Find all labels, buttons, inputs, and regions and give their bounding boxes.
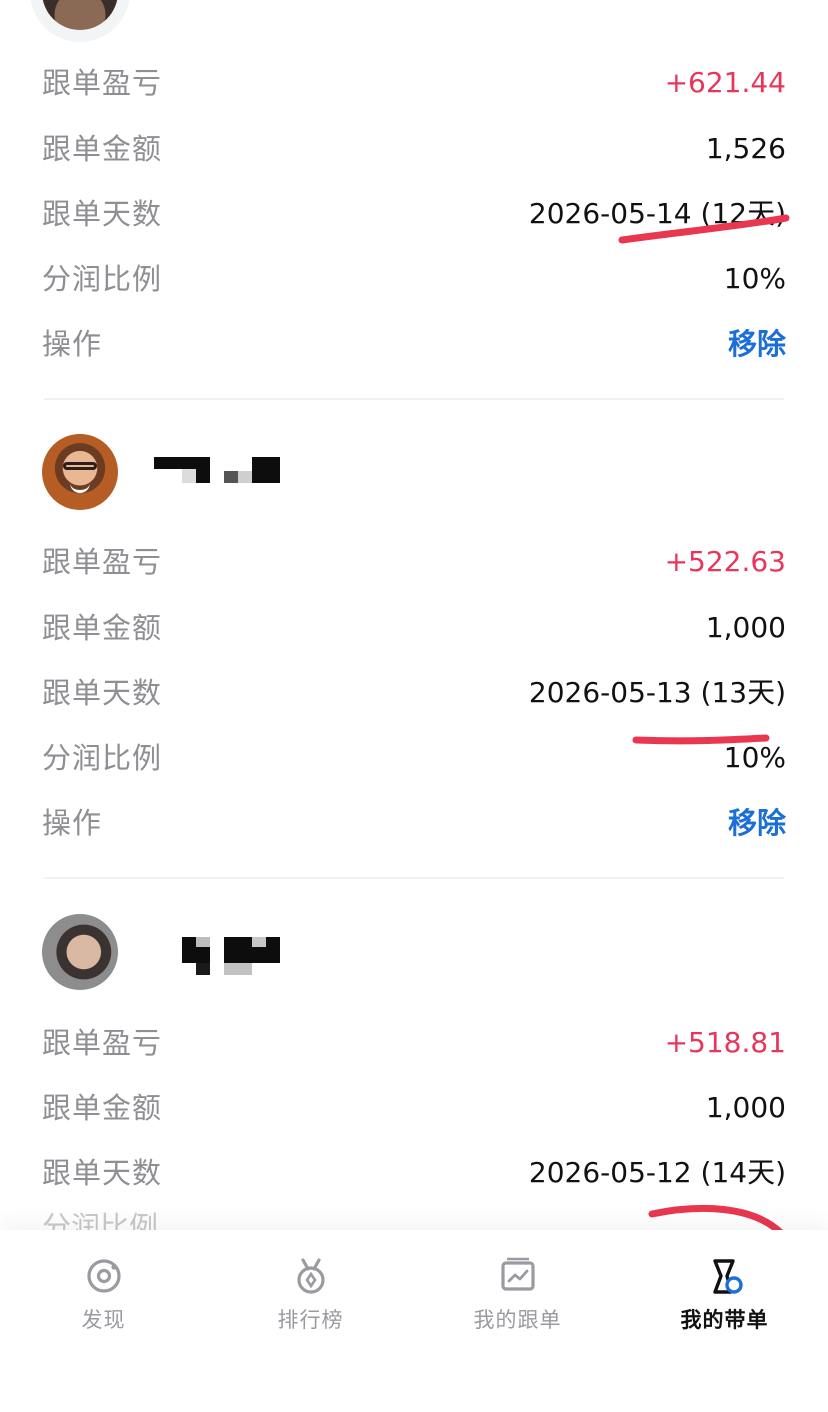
amount-label: 跟单金额 xyxy=(42,611,163,645)
pnl-label: 跟单盈亏 xyxy=(42,1026,163,1060)
remove-button[interactable]: 移除 xyxy=(728,319,786,369)
smile-detail xyxy=(70,482,90,493)
pnl-label: 跟单盈亏 xyxy=(42,66,163,100)
follower-card: 跟单盈亏 +522.63 跟单金额 1,000 跟单天数 2026-05-13 … xyxy=(0,432,828,880)
info-row-share: 分润比例 10% xyxy=(0,254,828,304)
tab-label: 我的跟单 xyxy=(473,1308,562,1332)
pnl-value: +522.63 xyxy=(664,545,786,578)
avatar[interactable] xyxy=(42,914,118,990)
card-header xyxy=(0,912,828,992)
pnl-value: +518.81 xyxy=(664,1026,786,1059)
medal-icon xyxy=(297,1258,325,1294)
follower-card: 跟单盈亏 +621.44 跟单金额 1,526 跟单天数 2026-05-14 … xyxy=(0,0,828,400)
username-redacted xyxy=(154,457,284,487)
info-row-share: 分润比例 10% xyxy=(0,733,828,783)
days-label: 跟单天数 xyxy=(42,676,163,710)
pnl-value: +621.44 xyxy=(664,66,786,99)
share-value: 10% xyxy=(723,741,786,774)
info-row-pnl: 跟单盈亏 +522.63 xyxy=(0,537,828,587)
share-label: 分润比例 xyxy=(42,741,163,775)
info-row-amount: 跟单金额 1,000 xyxy=(0,1083,828,1133)
glasses-detail xyxy=(63,462,97,470)
tab-label: 发现 xyxy=(81,1308,126,1332)
tab-label: 排行榜 xyxy=(277,1308,344,1332)
tab-discover[interactable]: 发现 xyxy=(0,1252,207,1362)
days-value: 2026-05-13 (13天) xyxy=(528,676,786,709)
days-label: 跟单天数 xyxy=(42,1156,163,1190)
days-value: 2026-05-14 (12天) xyxy=(528,197,786,230)
follower-card: 跟单盈亏 +518.81 跟单金额 1,000 跟单天数 2026-05-12 … xyxy=(0,912,828,1230)
info-row-pnl: 跟单盈亏 +518.81 xyxy=(0,1018,828,1068)
amount-value: 1,000 xyxy=(705,611,786,644)
lead-trader-icon xyxy=(713,1259,743,1294)
chart-board-icon xyxy=(501,1257,535,1291)
amount-label: 跟单金额 xyxy=(42,1091,163,1125)
info-row-days: 跟单天数 2026-05-12 (14天) xyxy=(0,1148,828,1198)
amount-value: 1,000 xyxy=(705,1091,786,1124)
share-label: 分润比例 xyxy=(42,262,163,296)
amount-value: 1,526 xyxy=(705,132,786,165)
action-label: 操作 xyxy=(42,327,103,361)
divider xyxy=(44,398,784,400)
tab-label: 我的带单 xyxy=(680,1308,769,1332)
info-row-days: 跟单天数 2026-05-13 (13天) xyxy=(0,668,828,718)
info-row-pnl: 跟单盈亏 +621.44 xyxy=(0,58,828,108)
tab-my-follow[interactable]: 我的跟单 xyxy=(414,1252,621,1362)
tab-my-lead[interactable]: 我的带单 xyxy=(621,1252,828,1362)
divider xyxy=(44,877,784,879)
info-row-action: 操作 移除 xyxy=(0,798,828,848)
share-label-partial: 分润比例 xyxy=(42,1212,159,1230)
discover-icon xyxy=(87,1259,121,1293)
avatar[interactable] xyxy=(42,434,118,510)
remove-button[interactable]: 移除 xyxy=(728,798,786,848)
days-value: 2026-05-12 (14天) xyxy=(528,1156,786,1189)
username-redacted xyxy=(182,937,292,975)
following-list[interactable]: 跟单盈亏 +621.44 跟单金额 1,526 跟单天数 2026-05-14 … xyxy=(0,0,828,1230)
avatar[interactable] xyxy=(42,0,118,30)
card-header xyxy=(0,432,828,512)
pnl-label: 跟单盈亏 xyxy=(42,545,163,579)
info-row-days: 跟单天数 2026-05-14 (12天) xyxy=(0,189,828,239)
amount-label: 跟单金额 xyxy=(42,132,163,166)
share-value: 10% xyxy=(723,262,786,295)
info-row-action: 操作 移除 xyxy=(0,319,828,369)
info-row-amount: 跟单金额 1,526 xyxy=(0,124,828,174)
bottom-tab-bar: 发现 排行榜 我的跟单 我的带单 xyxy=(0,1230,828,1412)
tab-ranking[interactable]: 排行榜 xyxy=(207,1252,414,1362)
info-row-amount: 跟单金额 1,000 xyxy=(0,603,828,653)
days-label: 跟单天数 xyxy=(42,197,163,231)
action-label: 操作 xyxy=(42,806,103,840)
